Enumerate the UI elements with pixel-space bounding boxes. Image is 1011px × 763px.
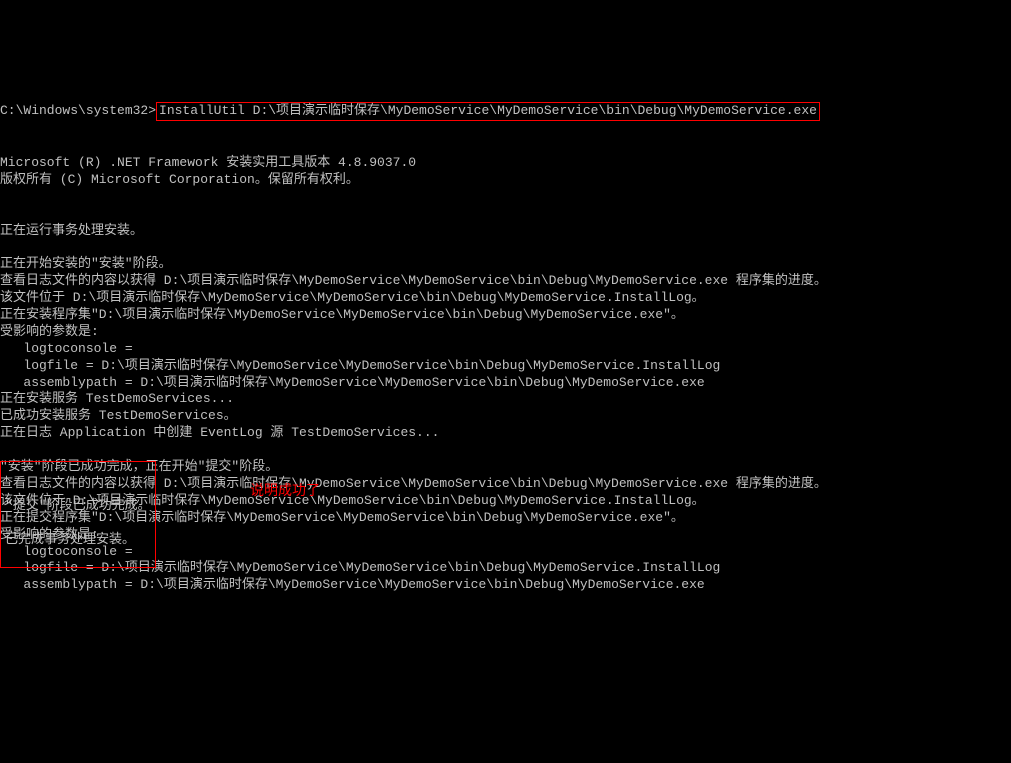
output-line: assemblypath = D:\项目演示临时保存\MyDemoService… — [0, 577, 1011, 594]
output-line: 正在日志 Application 中创建 EventLog 源 TestDemo… — [0, 425, 1011, 442]
command-line: C:\Windows\system32>InstallUtil D:\项目演示临… — [0, 103, 1011, 121]
annotation-text: 说明成功了 — [250, 483, 320, 501]
output-line: 正在运行事务处理安装。 — [0, 223, 1011, 240]
success-line: 已完成事务处理安装。 — [5, 532, 151, 549]
prompt: C:\Windows\system32> — [0, 103, 156, 118]
output-line: logtoconsole = — [0, 341, 1011, 358]
output-line: assemblypath = D:\项目演示临时保存\MyDemoService… — [0, 375, 1011, 392]
output-line: 已成功安装服务 TestDemoServices。 — [0, 408, 1011, 425]
success-line — [5, 515, 151, 532]
output-line: 该文件位于 D:\项目演示临时保存\MyDemoService\MyDemoSe… — [0, 290, 1011, 307]
output-line — [0, 442, 1011, 459]
output-line: 查看日志文件的内容以获得 D:\项目演示临时保存\MyDemoService\M… — [0, 273, 1011, 290]
output-line: Microsoft (R) .NET Framework 安装实用工具版本 4.… — [0, 155, 1011, 172]
success-line: "提交"阶段已成功完成。 — [5, 498, 151, 515]
output-line — [0, 189, 1011, 206]
output-line: 正在安装程序集"D:\项目演示临时保存\MyDemoService\MyDemo… — [0, 307, 1011, 324]
output-line — [0, 206, 1011, 223]
output-line: logfile = D:\项目演示临时保存\MyDemoService\MyDe… — [0, 358, 1011, 375]
output-line: 正在开始安装的"安装"阶段。 — [0, 256, 1011, 273]
output-line: 正在安装服务 TestDemoServices... — [0, 391, 1011, 408]
output-line: 受影响的参数是: — [0, 324, 1011, 341]
success-box: "提交"阶段已成功完成。 已完成事务处理安装。 — [0, 461, 156, 568]
output-line: 版权所有 (C) Microsoft Corporation。保留所有权利。 — [0, 172, 1011, 189]
command-input[interactable]: InstallUtil D:\项目演示临时保存\MyDemoService\My… — [156, 102, 820, 121]
output-line — [0, 239, 1011, 256]
